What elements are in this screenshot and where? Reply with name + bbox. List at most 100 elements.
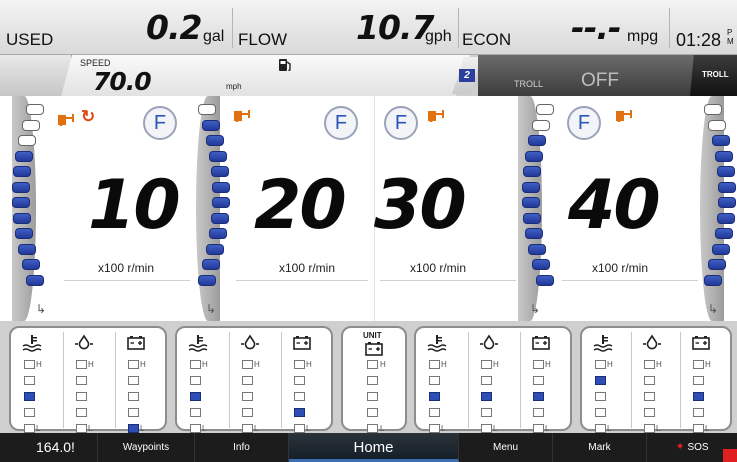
trim-icon: ↳ bbox=[36, 302, 47, 316]
warning-icon bbox=[614, 106, 634, 124]
low-label: L bbox=[441, 424, 446, 433]
high-label: H bbox=[656, 360, 662, 369]
unit-level-cell bbox=[367, 392, 378, 401]
temp-level-cell bbox=[429, 408, 440, 417]
batt-level-cell bbox=[128, 376, 139, 385]
temp-level-cell bbox=[595, 408, 606, 417]
warning-icon bbox=[232, 106, 252, 124]
rpm-value: 30 bbox=[374, 166, 467, 245]
troll-button[interactable]: TROLL bbox=[690, 55, 737, 96]
oil-level-cell bbox=[76, 360, 87, 369]
oil-level-cell bbox=[242, 392, 253, 401]
status-bar: USED 0.2 gal FLOW 10.7 gph ECON --.- mpg… bbox=[0, 0, 737, 55]
used-label: USED bbox=[6, 30, 54, 49]
bottom-nav: 164.0! Waypoints Info Home Menu Mark ✦ S… bbox=[0, 433, 737, 462]
helm-display: USED 0.2 gal FLOW 10.7 gph ECON --.- mpg… bbox=[0, 0, 737, 462]
divider bbox=[562, 280, 698, 281]
gauge-divider bbox=[115, 332, 116, 428]
rpm-unit: x100 r/min bbox=[410, 261, 467, 275]
temp-level-cell bbox=[595, 392, 606, 401]
gauge-strip: H L H L H L H L H L H L UNIT H L H L H L H L H L H L H L bbox=[0, 321, 737, 433]
temp-level-cell bbox=[190, 360, 201, 369]
nav-mark[interactable]: Mark bbox=[553, 433, 647, 462]
low-label: L bbox=[493, 424, 498, 433]
gauge-group-2: H L H L H L bbox=[175, 326, 333, 433]
trim-icon: ↳ bbox=[206, 302, 217, 316]
low-label: L bbox=[607, 424, 612, 433]
divider bbox=[669, 8, 670, 48]
unit-label: UNIT bbox=[363, 331, 382, 340]
oil-level-cell bbox=[76, 424, 87, 433]
sos-icon: ✦ bbox=[675, 441, 685, 453]
econ-label: ECON bbox=[462, 30, 512, 49]
nav-menu[interactable]: Menu bbox=[459, 433, 553, 462]
speed-value: 70.0 bbox=[93, 67, 152, 96]
low-label: L bbox=[306, 424, 311, 433]
speed-tab-button[interactable] bbox=[0, 55, 72, 96]
divider bbox=[236, 280, 368, 281]
engine-mode-badge[interactable]: F bbox=[384, 106, 418, 140]
engine-panels: ↻ F 10 x100 r/min F 20 x100 r/min F 30 x… bbox=[0, 96, 737, 321]
nav-waypoints[interactable]: Waypoints bbox=[98, 433, 195, 462]
temp-level-cell bbox=[429, 424, 440, 433]
oil-level-cell bbox=[481, 360, 492, 369]
batt-level-cell bbox=[533, 376, 544, 385]
high-label: H bbox=[306, 360, 312, 369]
gauge-group-1: H L H L H L bbox=[9, 326, 167, 433]
divider bbox=[232, 8, 233, 48]
oil-level-cell bbox=[644, 424, 655, 433]
batt-level-cell bbox=[294, 392, 305, 401]
engine-mode-badge[interactable]: F bbox=[324, 106, 358, 140]
engine-mode-badge[interactable]: F bbox=[567, 106, 601, 140]
gauge-divider bbox=[229, 332, 230, 428]
gauge-divider bbox=[63, 332, 64, 428]
temp-level-cell bbox=[190, 392, 201, 401]
engine-mode-badge[interactable]: F bbox=[143, 106, 177, 140]
high-label: H bbox=[545, 360, 551, 369]
oil-level-cell bbox=[644, 360, 655, 369]
clock-suffix-bottom: M bbox=[727, 37, 734, 46]
high-label: H bbox=[493, 360, 499, 369]
high-label: H bbox=[202, 360, 208, 369]
rpm-segment bbox=[12, 197, 30, 208]
nav-info[interactable]: Info bbox=[195, 433, 289, 462]
high-label: H bbox=[607, 360, 613, 369]
unit-battery-icon bbox=[363, 340, 385, 360]
batt-level-cell bbox=[294, 360, 305, 369]
oil-pressure-icon bbox=[478, 334, 500, 354]
clock-suffix-top: P bbox=[727, 28, 733, 37]
oil-level-cell bbox=[481, 424, 492, 433]
nav-home[interactable]: Home bbox=[289, 433, 459, 462]
high-label: H bbox=[36, 360, 42, 369]
oil-level-cell bbox=[76, 408, 87, 417]
rpm-value: 20 bbox=[254, 166, 347, 245]
temp-level-cell bbox=[429, 360, 440, 369]
water-temp-icon bbox=[187, 334, 209, 354]
low-label: L bbox=[656, 424, 661, 433]
gauge-group-4: H L H L H L bbox=[580, 326, 732, 433]
battery-icon bbox=[690, 334, 712, 354]
rpm-value: 40 bbox=[568, 166, 661, 245]
rpm-segment bbox=[22, 259, 40, 270]
batt-level-cell bbox=[128, 360, 139, 369]
water-temp-icon bbox=[21, 334, 43, 354]
batt-level-cell bbox=[693, 392, 704, 401]
troll-state: OFF bbox=[581, 70, 619, 91]
oil-level-cell bbox=[481, 408, 492, 417]
oil-level-cell bbox=[242, 360, 253, 369]
low-label: L bbox=[545, 424, 550, 433]
high-label: H bbox=[254, 360, 260, 369]
low-label: L bbox=[88, 424, 93, 433]
warning-icon bbox=[56, 110, 76, 128]
sos-indicator bbox=[723, 449, 737, 462]
used-unit: gal bbox=[203, 28, 225, 45]
rpm-segment bbox=[18, 135, 36, 146]
temp-level-cell bbox=[595, 376, 606, 385]
gauge-divider bbox=[281, 332, 282, 428]
nav-value[interactable]: 164.0! bbox=[0, 433, 98, 462]
low-label: L bbox=[202, 424, 207, 433]
econ-value: --.- bbox=[571, 8, 622, 47]
troll-button-label: TROLL bbox=[702, 70, 729, 79]
gauge-divider bbox=[468, 332, 469, 428]
econ-unit: mpg bbox=[627, 28, 659, 45]
